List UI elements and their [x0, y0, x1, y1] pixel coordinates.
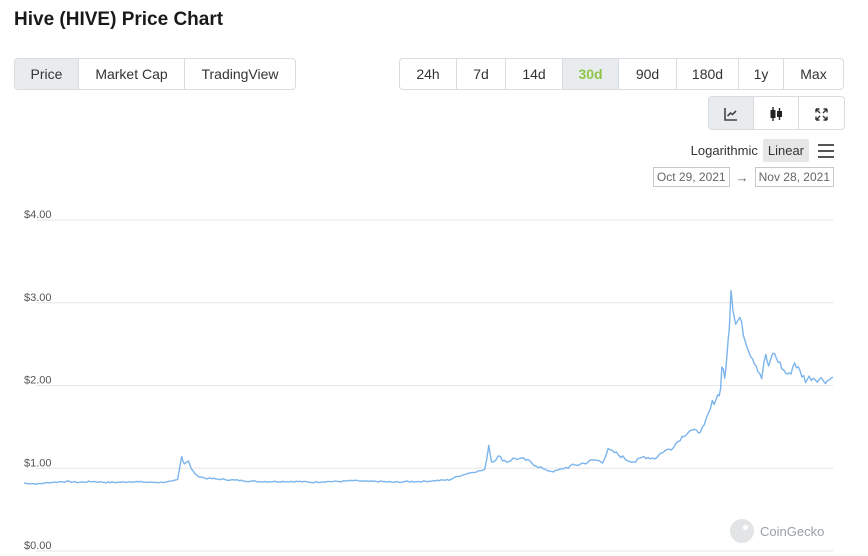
range-30d[interactable]: 30d — [563, 59, 619, 89]
metric-tabs: Price Market Cap TradingView — [14, 58, 296, 90]
tab-price[interactable]: Price — [15, 59, 79, 89]
coingecko-watermark: CoinGecko — [730, 519, 824, 543]
price-chart: $4.00 $3.00 $2.00 $1.00 $0.00 — [24, 209, 834, 552]
candlestick-button[interactable] — [754, 97, 799, 129]
range-14d[interactable]: 14d — [506, 59, 563, 89]
y-tick-label: $4.00 — [24, 209, 52, 221]
view-tabs — [708, 96, 845, 130]
date-to-input[interactable]: Nov 28, 2021 — [754, 167, 834, 187]
y-tick-label: $0.00 — [24, 540, 52, 552]
line-chart-icon — [724, 108, 737, 122]
range-tabs: 24h 7d 14d 30d 90d 180d 1y Max — [399, 58, 844, 90]
scale-logarithmic[interactable]: Logarithmic — [686, 139, 763, 162]
range-90d[interactable]: 90d — [619, 59, 677, 89]
line-chart-button[interactable] — [709, 97, 754, 129]
candlestick-icon — [770, 107, 782, 122]
hamburger-menu-icon[interactable] — [818, 143, 834, 158]
date-range: Oct 29, 2021 → Nov 28, 2021 — [652, 167, 834, 187]
range-max[interactable]: Max — [784, 59, 843, 89]
date-arrow: → — [735, 169, 749, 185]
y-tick-label: $1.00 — [24, 457, 52, 469]
tab-tradingview[interactable]: TradingView — [185, 59, 295, 89]
fullscreen-icon — [815, 108, 828, 121]
scale-linear[interactable]: Linear — [762, 139, 809, 162]
scale-toggle: Logarithmic Linear — [686, 139, 834, 162]
y-tick-label: $3.00 — [24, 292, 52, 304]
fullscreen-button[interactable] — [799, 97, 844, 129]
watermark-text: CoinGecko — [760, 523, 825, 539]
coingecko-logo-icon — [730, 519, 754, 543]
range-180d[interactable]: 180d — [677, 59, 739, 89]
range-7d[interactable]: 7d — [457, 59, 506, 89]
date-from-input[interactable]: Oct 29, 2021 — [652, 167, 730, 187]
range-24h[interactable]: 24h — [400, 59, 457, 89]
range-1y[interactable]: 1y — [739, 59, 784, 89]
page-title: Hive (HIVE) Price Chart — [14, 9, 224, 30]
price-series-line — [24, 290, 834, 486]
tab-market-cap[interactable]: Market Cap — [79, 59, 185, 89]
y-tick-label: $2.00 — [24, 375, 52, 387]
